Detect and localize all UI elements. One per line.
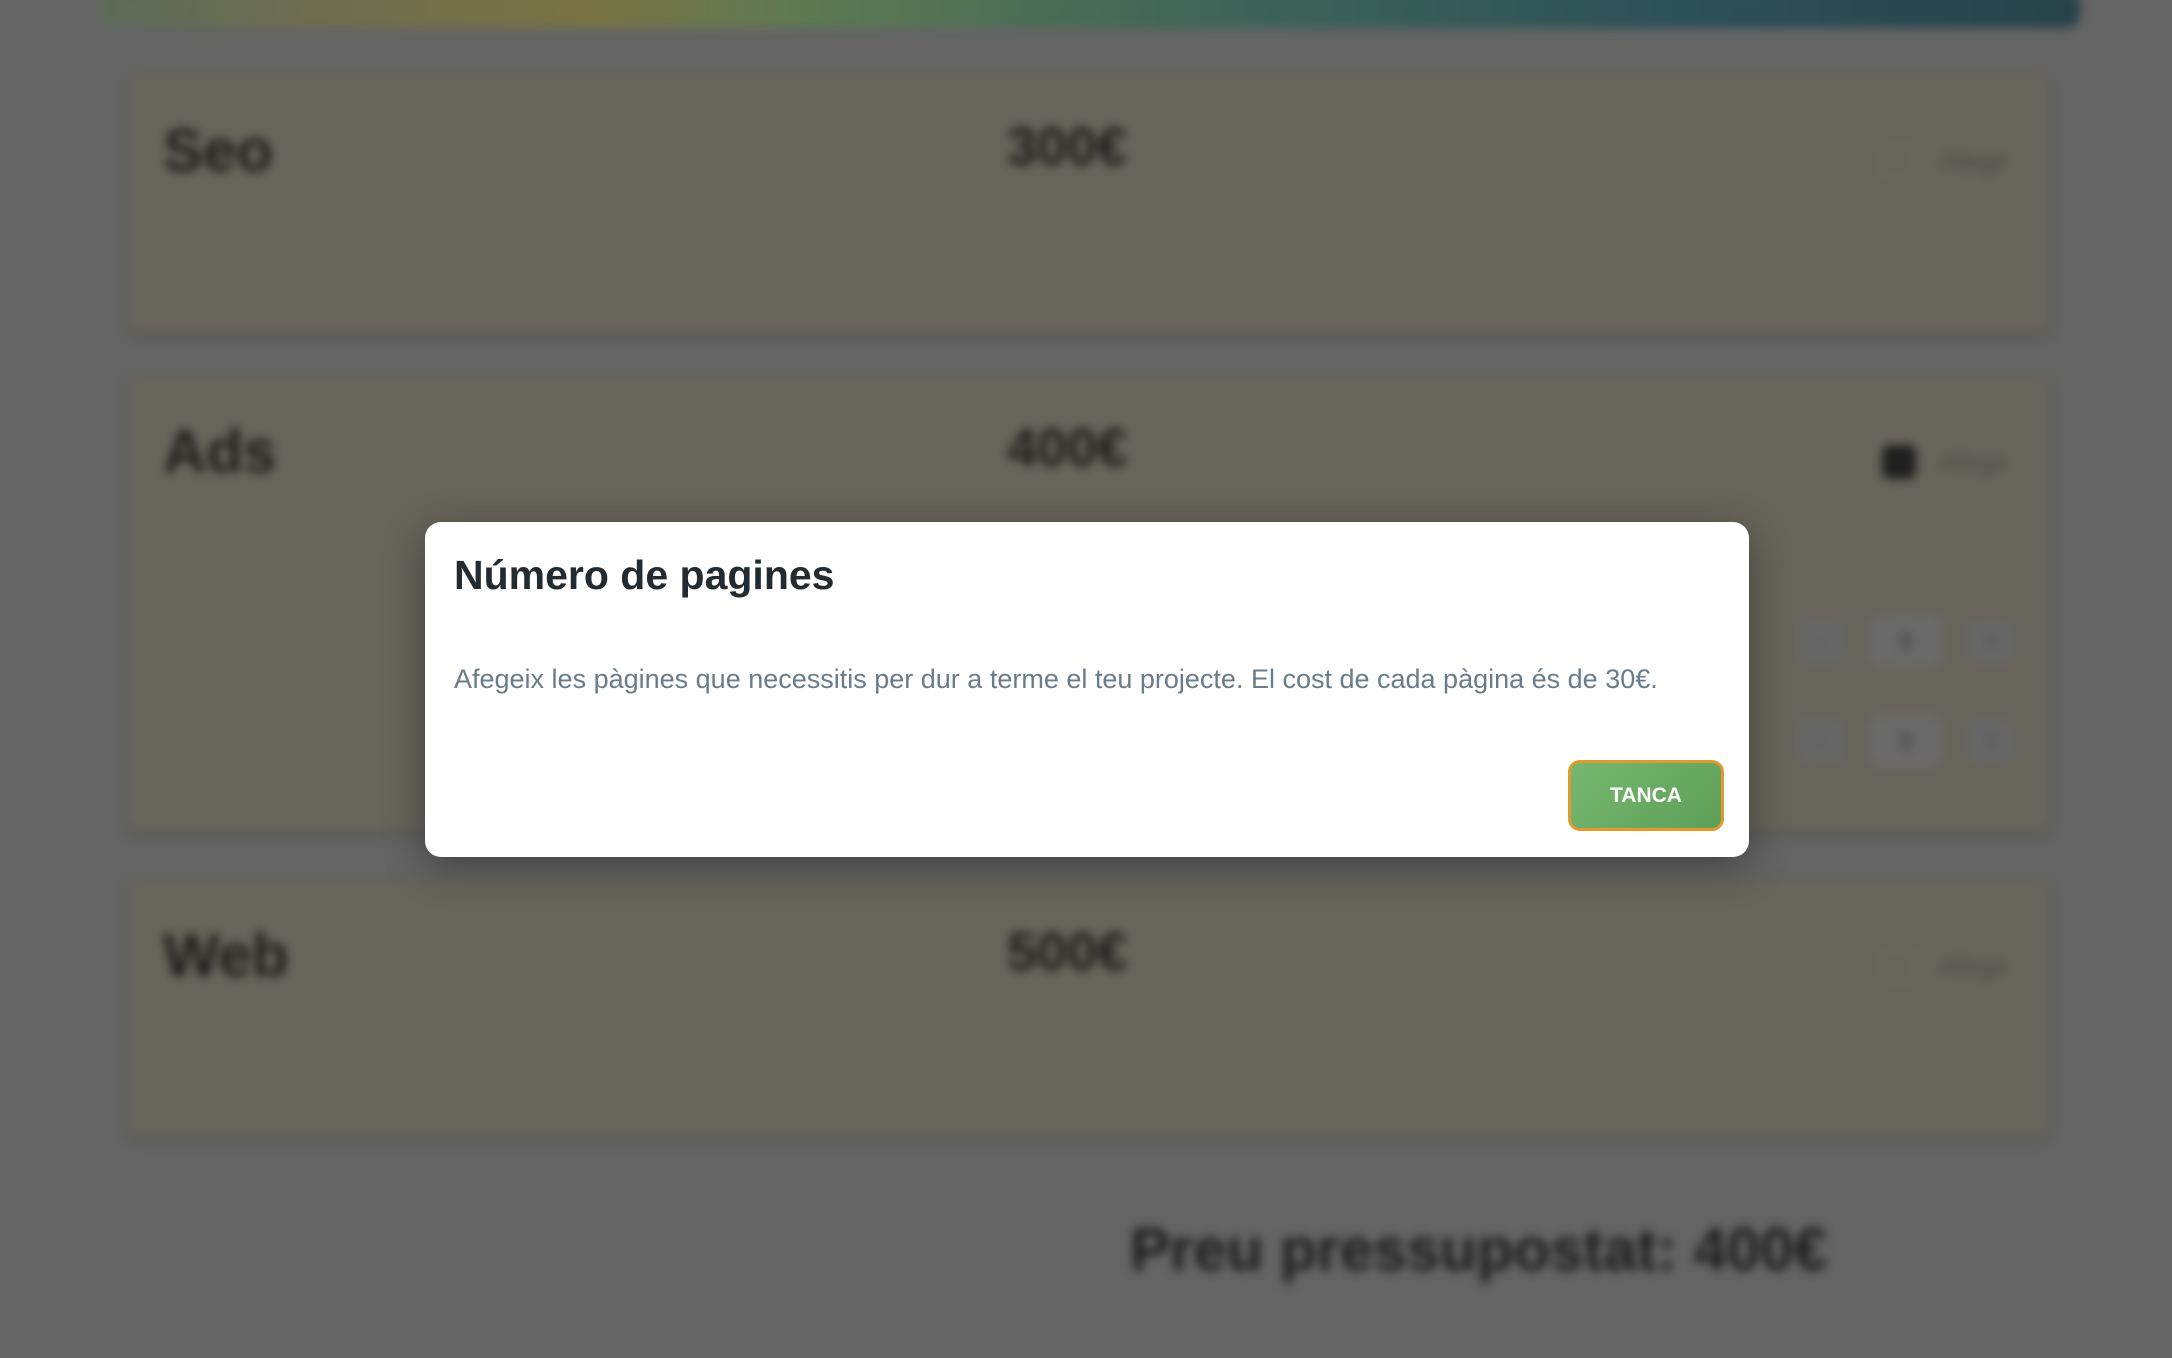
service-checkbox[interactable]: [1882, 949, 1916, 983]
service-title: Web: [163, 922, 289, 989]
service-price: 400€: [1007, 418, 1128, 478]
decrement-button[interactable]: -: [1798, 718, 1844, 764]
increment-button[interactable]: +: [1968, 618, 2014, 664]
checkbox-label: Afegir: [1940, 146, 2008, 176]
service-card-web: Web 500€ Afegir: [127, 881, 2050, 1136]
total-price: Preu pressupostat: 400€: [1130, 1216, 1827, 1283]
header-banner: [97, 0, 2080, 28]
languages-input[interactable]: 0: [1870, 715, 1942, 767]
service-checkbox[interactable]: [1882, 144, 1916, 178]
service-title: Ads: [163, 418, 277, 485]
checkbox-label: Afegir: [1940, 447, 2008, 477]
close-button[interactable]: TANCA: [1568, 760, 1724, 831]
service-checkbox[interactable]: [1882, 445, 1916, 479]
service-price: 500€: [1007, 922, 1128, 982]
service-card-seo: Seo 300€ Afegir: [127, 76, 2050, 332]
pages-input[interactable]: 0: [1870, 615, 1942, 667]
pages-stepper: - 0 +: [1798, 615, 2014, 667]
increment-button[interactable]: +: [1968, 718, 2014, 764]
info-modal: Número de pagines Afegeix les pàgines qu…: [425, 522, 1749, 857]
service-title: Seo: [163, 117, 274, 184]
decrement-button[interactable]: -: [1798, 618, 1844, 664]
checkbox-label: Afegir: [1940, 951, 2008, 981]
service-price: 300€: [1007, 117, 1128, 177]
languages-stepper: - 0 +: [1798, 715, 2014, 767]
modal-title: Número de pagines: [454, 552, 835, 598]
modal-body: Afegeix les pàgines que necessitis per d…: [454, 664, 1658, 694]
